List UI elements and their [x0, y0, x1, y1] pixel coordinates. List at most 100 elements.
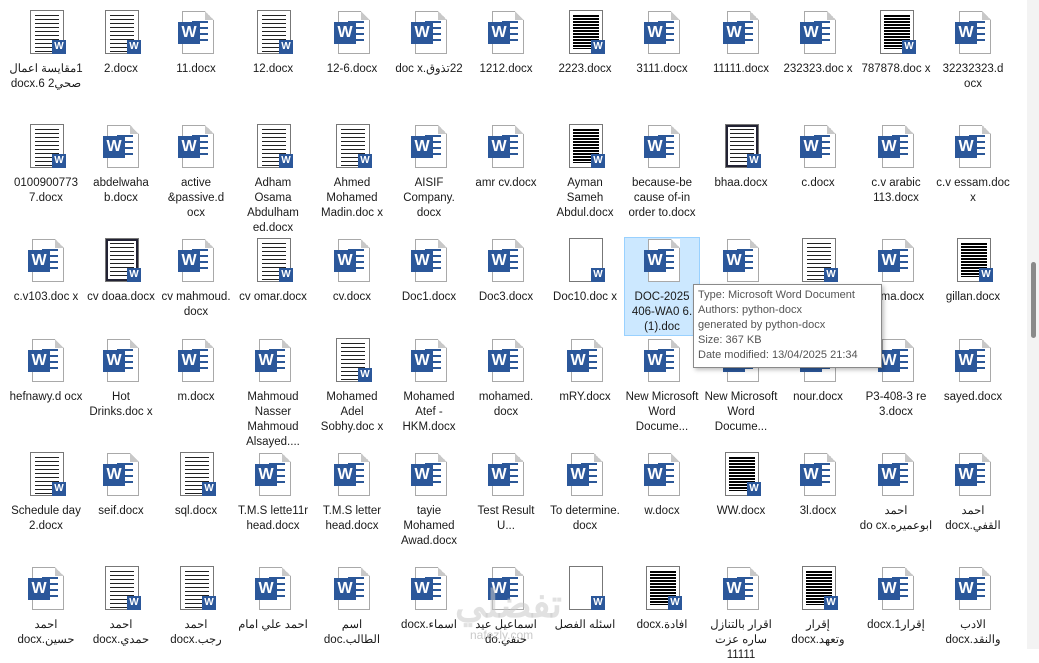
file-item[interactable]: Whefnawy.d ocx	[9, 338, 83, 405]
file-item[interactable]: W Doc10.doc x	[548, 238, 622, 305]
file-name-label: 0100900773 7.docx	[14, 177, 78, 204]
file-item[interactable]: W 232323.doc x	[781, 10, 855, 77]
file-item[interactable]: Wc.v103.doc x	[9, 238, 83, 305]
document-thumbnail-icon: W	[800, 566, 838, 612]
file-item[interactable]: W 2.docx	[84, 10, 158, 77]
file-name-label: nour.docx	[793, 391, 843, 403]
file-item[interactable]: W احمد حمدي.docx	[84, 566, 158, 648]
file-item[interactable]: W New Microsoft Word Docume...	[625, 338, 699, 435]
file-item[interactable]: W WW.docx	[704, 452, 778, 519]
file-item[interactable]: W افادة.docx	[625, 566, 699, 633]
file-item[interactable]: Wc.v essam.doc x	[936, 124, 1010, 206]
file-item[interactable]: W اسم الطالب.doc	[315, 566, 389, 648]
file-item[interactable]: W إقرار1.docx	[859, 566, 933, 633]
file-item[interactable]: Wcv omar.docx	[236, 238, 310, 305]
file-item[interactable]: W اقرار بالتنازل ساره عزت 11111	[704, 566, 778, 663]
file-item[interactable]: W اسئله الفصل	[548, 566, 622, 633]
file-item[interactable]: Wcv doaa.docx	[84, 238, 158, 305]
file-item[interactable]: W إقرار وتعهد.docx	[781, 566, 855, 648]
file-item[interactable]: Wbecause-be cause of-in order to.docx	[625, 124, 699, 221]
file-item[interactable]: Wc.docx	[781, 124, 855, 191]
word-document-icon: W	[955, 566, 991, 612]
file-item[interactable]: W T.M.S lette11r head.docx	[236, 452, 310, 534]
file-name-label: gillan.docx	[945, 291, 1001, 303]
file-name-label: احمد حسين.docx	[17, 619, 75, 646]
file-name-label: c.v essam.doc x	[936, 177, 1010, 204]
file-name-label: 787878.doc x	[861, 63, 931, 75]
file-item[interactable]: W احمد علي امام	[236, 566, 310, 633]
file-item[interactable]: W T.M.S letter head.docx	[315, 452, 389, 534]
file-item[interactable]: W Test Result U...	[469, 452, 543, 534]
vertical-scrollbar[interactable]	[1027, 0, 1039, 649]
file-item[interactable]: W Ahmed Mohamed Madin.doc x	[315, 124, 389, 221]
file-item[interactable]: Wtayie Mohamed Awad.docx	[392, 452, 466, 549]
file-item[interactable]: Wmohamed. docx	[469, 338, 543, 420]
file-item[interactable]: W 1212.docx	[469, 10, 543, 77]
file-item[interactable]: W احمد ابوعميره.do cx	[859, 452, 933, 534]
file-item[interactable]: W DOC-2025 406-WA0 6.(1).doc	[624, 237, 700, 336]
file-item[interactable]: W الادب والنقد.docx	[936, 566, 1010, 648]
file-item[interactable]: W Mohamed Adel Sobhy.doc x	[315, 338, 389, 435]
file-item[interactable]: W 1مقايسة اعمال صحي2 6.docx	[9, 10, 83, 92]
file-item[interactable]: W 22تذوق.doc x	[392, 10, 466, 77]
file-item[interactable]: W 12-6.docx	[315, 10, 389, 77]
file-item[interactable]: Wbhaa.docx	[704, 124, 778, 191]
file-item[interactable]: W 11111.docx	[704, 10, 778, 77]
file-item[interactable]: W Schedule day 2.docx	[9, 452, 83, 534]
document-thumbnail-icon: W	[567, 10, 605, 56]
file-item[interactable]: Wabdelwaha b.docx	[84, 124, 158, 206]
file-item[interactable]: Wcv.docx	[315, 238, 389, 305]
file-item[interactable]: Wamr cv.docx	[469, 124, 543, 191]
document-thumbnail-icon: W	[334, 338, 372, 384]
file-item[interactable]: W 0100900773 7.docx	[9, 124, 83, 206]
word-document-icon: W	[644, 452, 680, 498]
file-item[interactable]: Wseif.docx	[84, 452, 158, 519]
file-item[interactable]: Ww.docx	[625, 452, 699, 519]
file-item[interactable]: W 787878.doc x	[859, 10, 933, 77]
file-item[interactable]: W اسماء.docx	[392, 566, 466, 633]
file-item[interactable]: W 11.docx	[159, 10, 233, 77]
file-item[interactable]: W 3l.docx	[781, 452, 855, 519]
file-item[interactable]: W AISIF Company. docx	[392, 124, 466, 221]
file-tooltip: Type: Microsoft Word Document Authors: p…	[693, 284, 882, 368]
file-item[interactable]: W Doc3.docx	[469, 238, 543, 305]
file-item[interactable]: W احمد القفي.docx	[936, 452, 1010, 534]
file-name-label: 2223.docx	[558, 63, 612, 75]
file-item[interactable]: W 3111.docx	[625, 10, 699, 77]
file-item[interactable]: W Hot Drinks.doc x	[84, 338, 158, 420]
document-thumbnail-icon: W	[567, 238, 605, 284]
file-item[interactable]: W 32232323.d ocx	[936, 10, 1010, 92]
word-badge-icon: W	[747, 154, 761, 168]
file-name-label: 11111.docx	[712, 63, 770, 75]
file-item[interactable]: Wm.docx	[159, 338, 233, 405]
file-item[interactable]: W Doc1.docx	[392, 238, 466, 305]
file-item[interactable]: Wc.v arabic 113.docx	[859, 124, 933, 206]
file-item[interactable]: W	[781, 238, 855, 290]
file-item[interactable]: Wgillan.docx	[936, 238, 1010, 305]
file-item[interactable]: W احمد حسين.docx	[9, 566, 83, 648]
file-item[interactable]: W Ayman Sameh Abdul.docx	[548, 124, 622, 221]
file-name-label: Doc3.docx	[478, 291, 534, 303]
file-item[interactable]: Wsayed.docx	[936, 338, 1010, 405]
file-item[interactable]: Wsql.docx	[159, 452, 233, 519]
file-item[interactable]: W احمد رجب.docx	[159, 566, 233, 648]
file-item[interactable]: W Mahmoud Nasser Mahmoud Alsayed....	[236, 338, 310, 450]
file-name-label: AISIF Company. docx	[403, 177, 455, 219]
file-item[interactable]: W To determine. docx	[548, 452, 622, 534]
file-item[interactable]: W	[704, 238, 778, 290]
file-item[interactable]: W Mohamed Atef - HKM.docx	[392, 338, 466, 435]
word-badge-icon: W	[902, 40, 916, 54]
scrollbar-thumb[interactable]	[1031, 262, 1036, 338]
file-item[interactable]: W Adham Osama Abdulham ed.docx	[236, 124, 310, 236]
file-item[interactable]: W 12.docx	[236, 10, 310, 77]
word-document-icon: W	[955, 10, 991, 56]
file-item[interactable]: Wcv mahmoud. docx	[159, 238, 233, 320]
word-document-icon: W	[411, 338, 447, 384]
file-item[interactable]: Wactive &passive.d ocx	[159, 124, 233, 221]
word-badge-icon: W	[668, 596, 682, 610]
word-document-icon: W	[255, 338, 291, 384]
file-item[interactable]: WmRY.docx	[548, 338, 622, 405]
file-name-label: New Microsoft Word Docume...	[704, 391, 778, 433]
file-item[interactable]: W 2223.docx	[548, 10, 622, 77]
file-name-label: Mohamed Adel Sobhy.doc x	[320, 391, 384, 433]
